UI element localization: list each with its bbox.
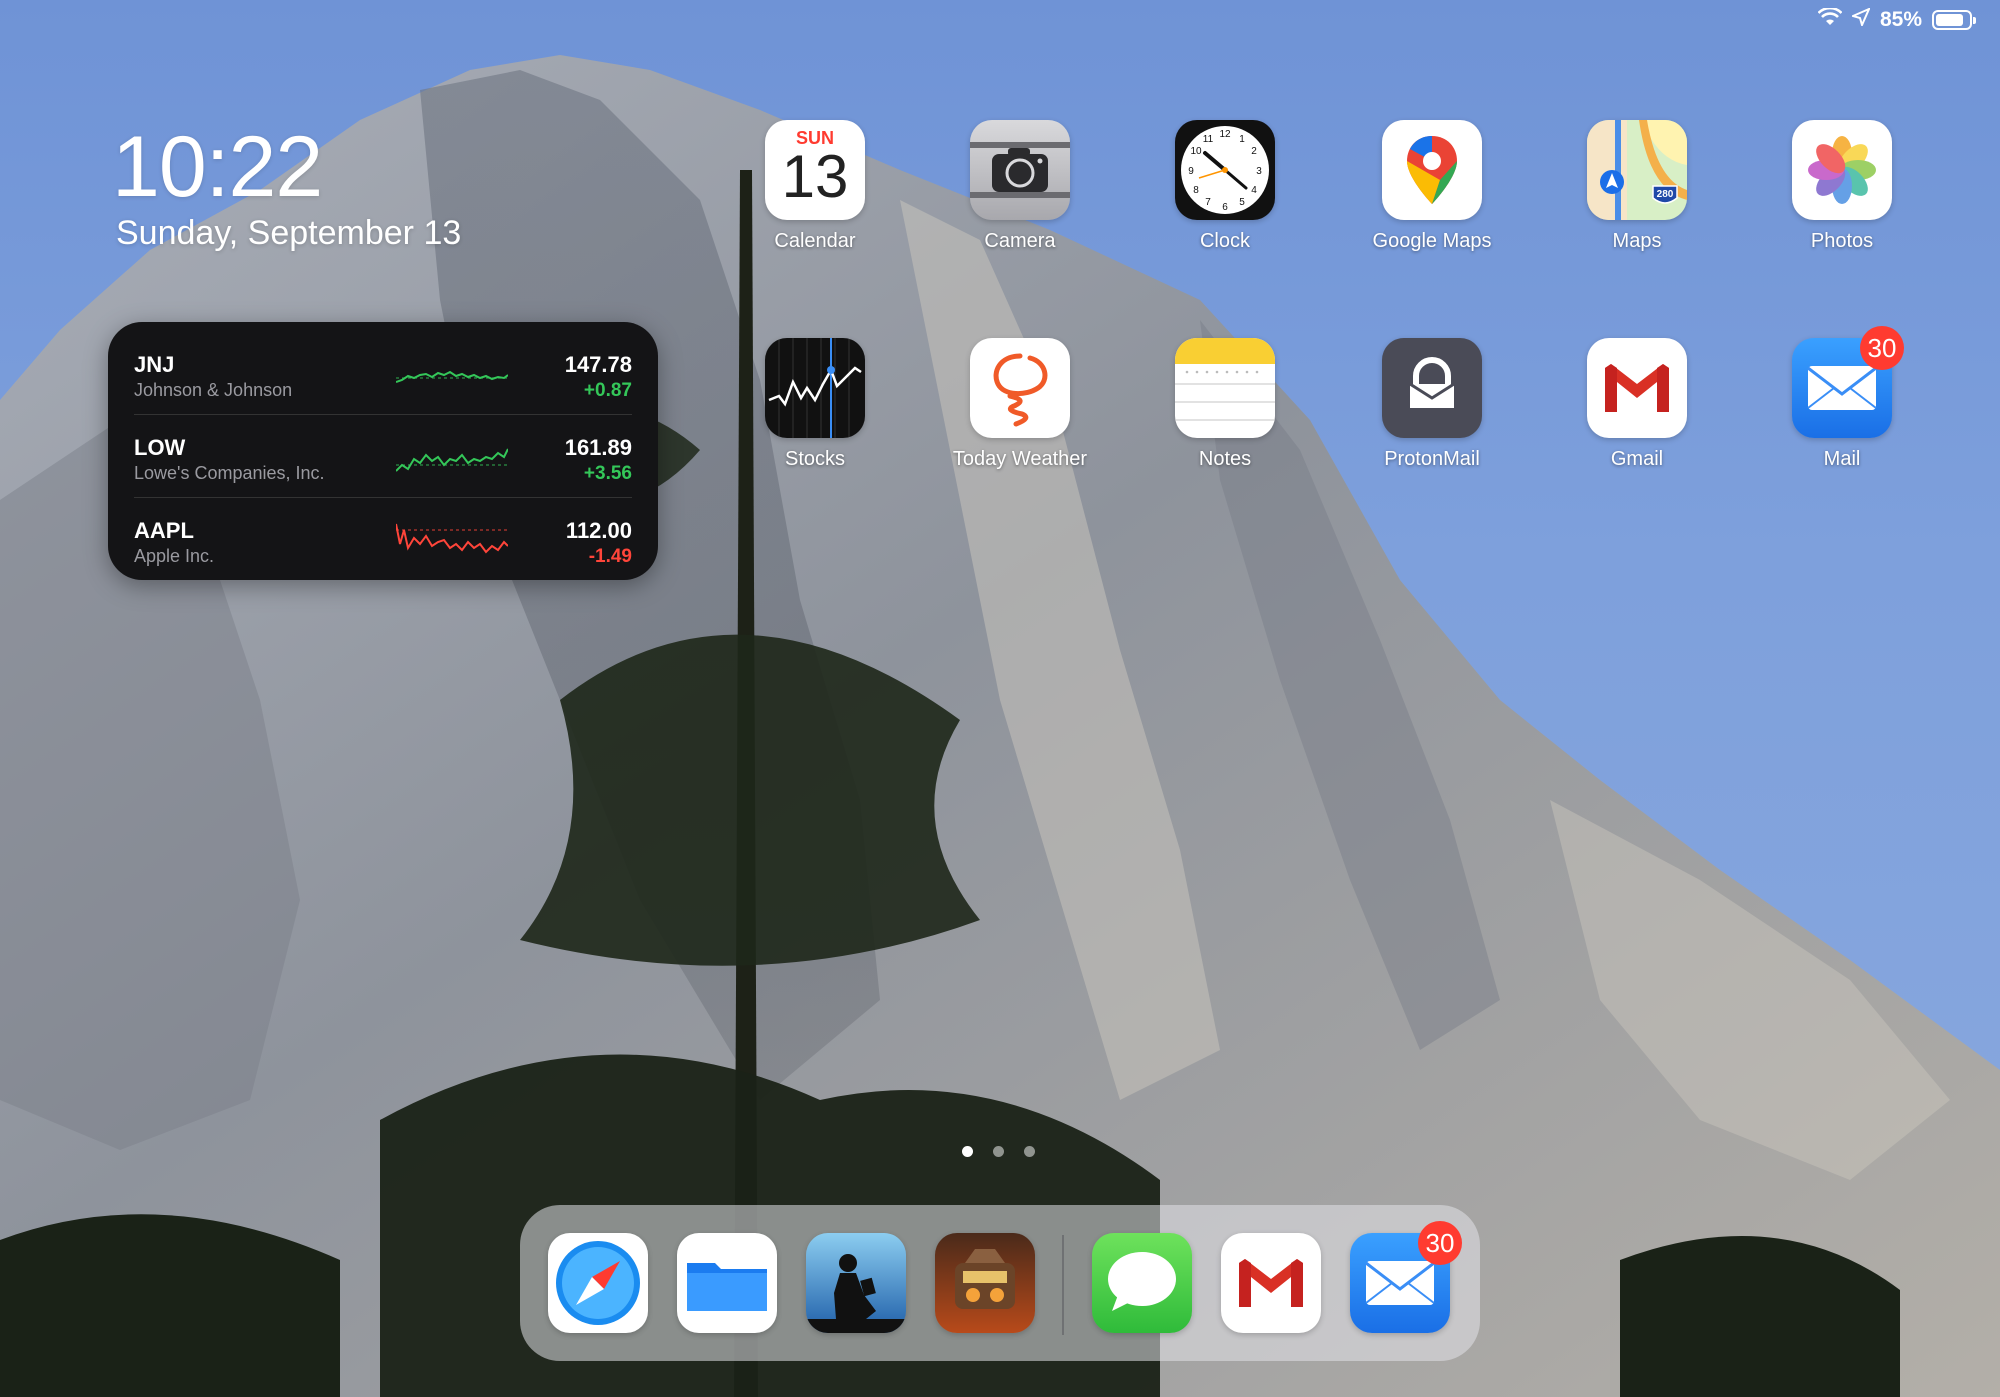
stock-change: +3.56 [583, 463, 632, 484]
stock-row[interactable]: LOW Lowe's Companies, Inc. 161.89 +3.56 [134, 415, 632, 498]
dock-app-files[interactable] [677, 1233, 777, 1333]
app-calendar[interactable]: SUN 13 Calendar [735, 120, 895, 253]
svg-text:5: 5 [1239, 197, 1245, 208]
stock-symbol: JNJ [134, 352, 175, 377]
app-label: Maps [1612, 230, 1662, 252]
calendar-date: 13 [781, 143, 849, 210]
calendar-icon: SUN 13 [765, 120, 865, 220]
app-label: Photos [1810, 230, 1874, 252]
app-gmail[interactable]: Gmail [1557, 338, 1717, 471]
dock-app-mail[interactable]: 30 [1350, 1221, 1462, 1333]
stock-price: 161.89 [564, 435, 632, 460]
svg-text:9: 9 [1188, 166, 1194, 177]
battery-icon [1932, 10, 1976, 30]
app-label: ProtonMail [1384, 448, 1480, 470]
google-maps-icon [1382, 120, 1482, 220]
maps-icon: 280 [1587, 120, 1687, 220]
stock-sparkline [396, 448, 508, 472]
svg-text:10: 10 [1190, 146, 1202, 157]
maps-shield-text: 280 [1657, 189, 1674, 200]
status-bar: 85% [1817, 6, 1976, 32]
messages-icon [1092, 1233, 1192, 1333]
protonmail-icon [1382, 338, 1482, 438]
dock-app-safari[interactable] [548, 1233, 648, 1333]
stock-sparkline [396, 370, 508, 383]
game-icon [935, 1233, 1035, 1333]
app-today-weather[interactable]: Today Weather [940, 338, 1100, 471]
stock-sparkline [396, 523, 508, 554]
stock-price: 112.00 [565, 518, 632, 543]
stock-company-name: Apple Inc. [134, 546, 215, 566]
svg-text:1: 1 [1239, 134, 1245, 145]
stock-symbol: AAPL [134, 518, 194, 543]
today-weather-icon [970, 338, 1070, 438]
dock-app-game[interactable] [935, 1233, 1035, 1333]
page-indicator[interactable] [962, 1146, 1035, 1157]
svg-text:7: 7 [1205, 197, 1211, 208]
svg-text:12: 12 [1219, 129, 1231, 140]
stocks-icon [765, 338, 865, 438]
app-label: Today Weather [952, 448, 1088, 470]
app-label: Calendar [774, 230, 856, 252]
app-label: Clock [1199, 230, 1250, 252]
battery-fill [1936, 14, 1964, 26]
stock-row[interactable]: AAPL Apple Inc. 112.00 -1.49 [134, 498, 632, 581]
files-icon [677, 1233, 777, 1333]
stock-company-name: Johnson & Johnson [134, 380, 293, 400]
svg-text:11: 11 [1203, 134, 1214, 145]
page-dot[interactable] [993, 1146, 1004, 1157]
stocks-widget[interactable]: JNJ Johnson & Johnson 147.78 +0.87 LOW L… [108, 322, 658, 580]
dock-app-messages[interactable] [1092, 1233, 1192, 1333]
app-clock[interactable]: 12 1 2 3 4567 8 9 10 11 Clock [1145, 120, 1305, 253]
svg-text:4: 4 [1251, 185, 1257, 196]
clock-time: 10:22 [112, 119, 323, 215]
dock-app-kindle[interactable] [806, 1233, 906, 1333]
app-label: Google Maps [1372, 230, 1492, 252]
svg-text:2: 2 [1251, 146, 1257, 157]
gmail-icon [1221, 1233, 1321, 1333]
camera-icon [970, 120, 1070, 220]
stock-symbol: LOW [134, 435, 186, 460]
gmail-icon [1587, 338, 1687, 438]
app-label: Notes [1198, 448, 1252, 470]
stock-company-name: Lowe's Companies, Inc. [134, 463, 325, 483]
app-protonmail[interactable]: ProtonMail [1352, 338, 1512, 471]
page-dot[interactable] [1024, 1146, 1035, 1157]
mail-badge: 30 [1860, 326, 1904, 370]
svg-text:6: 6 [1222, 202, 1228, 213]
app-maps[interactable]: 280 Maps [1557, 120, 1717, 253]
stock-row[interactable]: JNJ Johnson & Johnson 147.78 +0.87 [134, 332, 632, 415]
svg-text:8: 8 [1193, 185, 1199, 196]
clock-date: Sunday, September 13 [116, 214, 462, 252]
dock-mail-badge: 30 [1418, 1221, 1462, 1265]
stock-change: -1.49 [588, 546, 632, 567]
app-label: Gmail [1610, 448, 1664, 470]
app-stocks[interactable]: Stocks [735, 338, 895, 471]
app-mail[interactable]: 30 Mail [1762, 326, 1922, 471]
dock-divider [1062, 1235, 1064, 1335]
clock-icon: 12 1 2 3 4567 8 9 10 11 [1175, 120, 1275, 220]
app-label: Mail [1823, 448, 1861, 470]
notes-icon [1175, 338, 1275, 438]
app-notes[interactable]: Notes [1145, 338, 1305, 471]
app-camera[interactable]: Camera [940, 120, 1100, 253]
svg-text:3: 3 [1256, 166, 1262, 177]
wifi-icon [1817, 6, 1843, 32]
stock-price: 147.78 [564, 352, 632, 377]
photos-icon [1792, 120, 1892, 220]
app-label: Camera [984, 230, 1056, 252]
dock: 30 [520, 1205, 1480, 1361]
app-photos[interactable]: Photos [1762, 120, 1922, 253]
location-icon [1850, 7, 1871, 32]
page-dot[interactable] [962, 1146, 973, 1157]
dock-app-gmail[interactable] [1221, 1233, 1321, 1333]
app-google-maps[interactable]: Google Maps [1352, 120, 1512, 253]
app-label: Stocks [784, 448, 846, 470]
safari-icon [548, 1233, 648, 1333]
kindle-icon [806, 1233, 906, 1333]
battery-percent: 85% [1879, 8, 1922, 31]
stock-change: +0.87 [583, 380, 632, 401]
